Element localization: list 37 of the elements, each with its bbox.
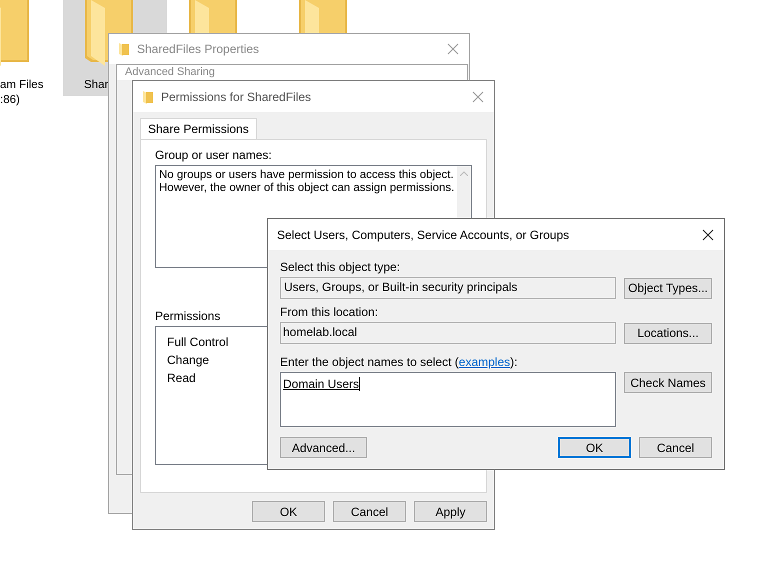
location-field: homelab.local	[280, 322, 616, 344]
list-message: No groups or users have permission to access this object.	[159, 169, 454, 182]
list-message: However, the owner of this object can assign permissions.	[159, 182, 454, 195]
icon-label[interactable]: Shar	[84, 78, 108, 93]
examples-link[interactable]: examples	[458, 355, 510, 369]
folder-icon[interactable]	[189, 0, 237, 33]
dialog-button[interactable]: Check Names	[624, 372, 712, 393]
permission-name: Full Control	[167, 334, 228, 351]
dialog-button[interactable]: Apply	[414, 501, 487, 522]
dialog-button[interactable]: Cancel	[333, 501, 406, 522]
close-icon[interactable]	[702, 228, 714, 240]
field-label: Select this object type:	[280, 260, 402, 274]
object-type-field: Users, Groups, or Built-in security principals	[280, 277, 616, 299]
permissions-label: Permissions	[155, 309, 220, 324]
dialog-button[interactable]: Cancel	[639, 437, 712, 458]
folder-icon[interactable]	[299, 0, 347, 33]
field-label: From this location:	[280, 305, 380, 319]
window-title: Advanced Sharing	[125, 66, 216, 79]
icon-label[interactable]: :86)	[0, 93, 20, 108]
icon-label[interactable]: am Files	[0, 78, 44, 93]
permission-name: Read	[167, 370, 196, 387]
entered-name: Domain Users	[283, 377, 360, 391]
window-title: SharedFiles Properties	[137, 41, 260, 58]
dialog-button[interactable]: OK	[252, 501, 325, 522]
dialog-button[interactable]: Advanced...	[280, 437, 367, 458]
group-label: Group or user names:	[155, 148, 273, 163]
dialog-button[interactable]: Object Types...	[624, 278, 712, 298]
window-title: Select Users, Computers, Service Accounts, or Groups	[277, 226, 570, 244]
scroll-up-icon[interactable]	[460, 171, 468, 176]
dialog-button[interactable]: Locations...	[624, 322, 712, 344]
field-label: Enter the object names to select (examples):	[280, 355, 518, 369]
permission-name: Change	[167, 352, 210, 369]
window-title: Permissions for SharedFiles	[161, 88, 312, 106]
tab[interactable]: Share Permissions	[140, 118, 257, 139]
dialog-button[interactable]: OK	[558, 437, 631, 458]
object-names-field[interactable]: Domain Users	[280, 372, 616, 427]
folder-icon	[143, 90, 153, 104]
